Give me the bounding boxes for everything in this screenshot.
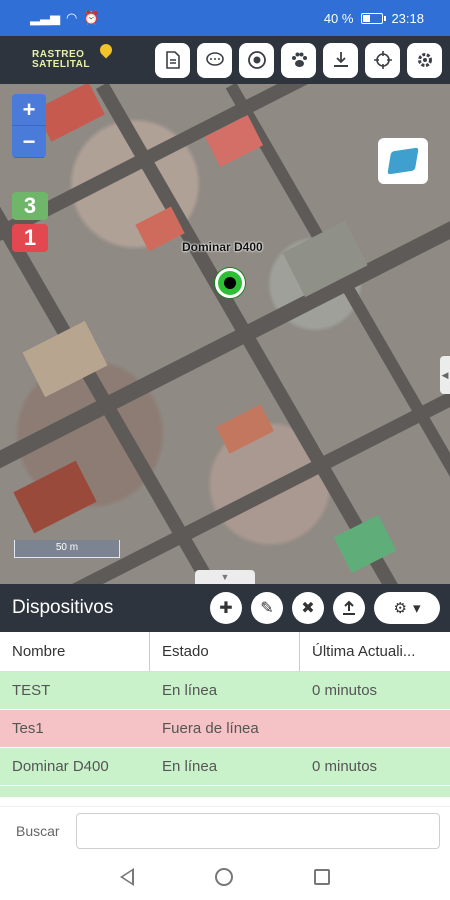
download-icon[interactable] xyxy=(323,42,358,78)
devices-header: Dispositivos ✚ ✎ ✖ ⚙ ▾ xyxy=(0,584,450,632)
plus-icon: ✚ xyxy=(219,600,233,617)
table-row[interactable]: Dominar D400 En línea 0 minutos xyxy=(0,748,450,786)
search-input[interactable] xyxy=(76,812,440,849)
column-header-state[interactable]: Estado xyxy=(150,632,300,671)
remove-device-button[interactable]: ✖ xyxy=(292,592,324,624)
device-marker[interactable] xyxy=(215,268,245,298)
document-icon[interactable] xyxy=(155,42,190,78)
alarm-icon: ⏰ xyxy=(83,10,100,25)
cell-last-update: 0 minutos xyxy=(312,758,378,775)
status-right: 40 % 23:18 xyxy=(324,11,424,26)
search-bar: Buscar xyxy=(0,806,450,854)
chat-icon[interactable] xyxy=(197,42,232,78)
status-bar: ▂▃▅ ◠ ⏰ 40 % 23:18 xyxy=(0,0,450,36)
pencil-icon: ✎ xyxy=(260,600,274,617)
cell-state: Fuera de línea xyxy=(162,720,259,737)
table-row[interactable]: TEST En línea 0 minutos xyxy=(0,672,450,710)
cell-name: Tes1 xyxy=(12,720,44,737)
toolbar-icons xyxy=(155,42,442,78)
map-building xyxy=(13,460,97,534)
zoom-in-button[interactable]: + xyxy=(12,94,46,126)
battery-icon xyxy=(361,12,387,24)
cell-last-update xyxy=(300,710,450,747)
status-left: ▂▃▅ ◠ ⏰ xyxy=(30,10,100,26)
devices-title: Dispositivos xyxy=(12,597,114,618)
zoom-control: + − xyxy=(12,94,46,158)
online-count-badge[interactable]: 3 xyxy=(12,192,48,220)
target-icon[interactable] xyxy=(239,42,274,78)
map-scale: 50 m xyxy=(14,540,120,558)
upload-button[interactable] xyxy=(333,592,365,624)
edit-device-button[interactable]: ✎ xyxy=(251,592,283,624)
crosshair-icon[interactable] xyxy=(365,42,400,78)
devices-toolbar: ✚ ✎ ✖ ⚙ ▾ xyxy=(210,592,440,624)
layers-button[interactable] xyxy=(378,138,428,184)
logo-line2: SATELITAL xyxy=(32,59,91,70)
cell-state: En línea xyxy=(162,758,218,775)
table-row[interactable]: Tes1 Fuera de línea xyxy=(0,710,450,748)
table-row-partial[interactable] xyxy=(0,786,450,798)
layers-icon xyxy=(387,147,419,175)
cell-name: Dominar D400 xyxy=(12,758,109,775)
gear-icon[interactable] xyxy=(407,42,442,78)
system-nav-bar xyxy=(0,854,450,900)
offline-count-badge[interactable]: 1 xyxy=(12,224,48,252)
column-header-last-update[interactable]: Última Actuali... xyxy=(300,632,450,671)
devices-table: Nombre Estado Última Actuali... TEST En … xyxy=(0,632,450,798)
app-toolbar: RASTREO SATELITAL xyxy=(0,36,450,84)
cell-last-update: 0 minutos xyxy=(312,682,378,699)
satellite-map[interactable]: + − 3 1 Dominar D400 50 m ◀ ▼ xyxy=(0,84,450,584)
cell-state: En línea xyxy=(162,682,218,699)
home-icon[interactable] xyxy=(214,868,233,886)
gear-icon: ⚙ xyxy=(393,600,407,617)
signal-icon: ▂▃▅ xyxy=(30,10,60,25)
upload-icon xyxy=(343,600,355,615)
caret-down-icon: ▾ xyxy=(412,600,421,617)
cell-name: TEST xyxy=(12,682,51,699)
clock: 23:18 xyxy=(391,10,424,26)
recent-apps-icon[interactable] xyxy=(313,869,330,885)
zoom-out-button[interactable]: − xyxy=(12,126,46,158)
side-panel-handle[interactable]: ◀ xyxy=(440,356,450,394)
paw-icon[interactable] xyxy=(281,42,316,78)
search-label: Buscar xyxy=(16,822,60,839)
map-building xyxy=(215,404,275,454)
column-header-name[interactable]: Nombre xyxy=(0,632,150,671)
logo-pin-icon xyxy=(97,41,115,59)
battery-percent: 40 % xyxy=(323,10,354,26)
add-device-button[interactable]: ✚ xyxy=(210,592,242,624)
device-map-label: Dominar D400 xyxy=(182,240,263,254)
table-header: Nombre Estado Última Actuali... xyxy=(0,632,450,672)
device-settings-dropdown[interactable]: ⚙ ▾ xyxy=(374,592,440,624)
panel-collapse-handle[interactable]: ▼ xyxy=(195,570,255,584)
close-icon: ✖ xyxy=(301,600,315,617)
back-icon[interactable] xyxy=(120,868,135,886)
wifi-icon: ◠ xyxy=(66,10,78,25)
marker-dot xyxy=(224,277,236,289)
app-logo: RASTREO SATELITAL xyxy=(32,50,90,70)
